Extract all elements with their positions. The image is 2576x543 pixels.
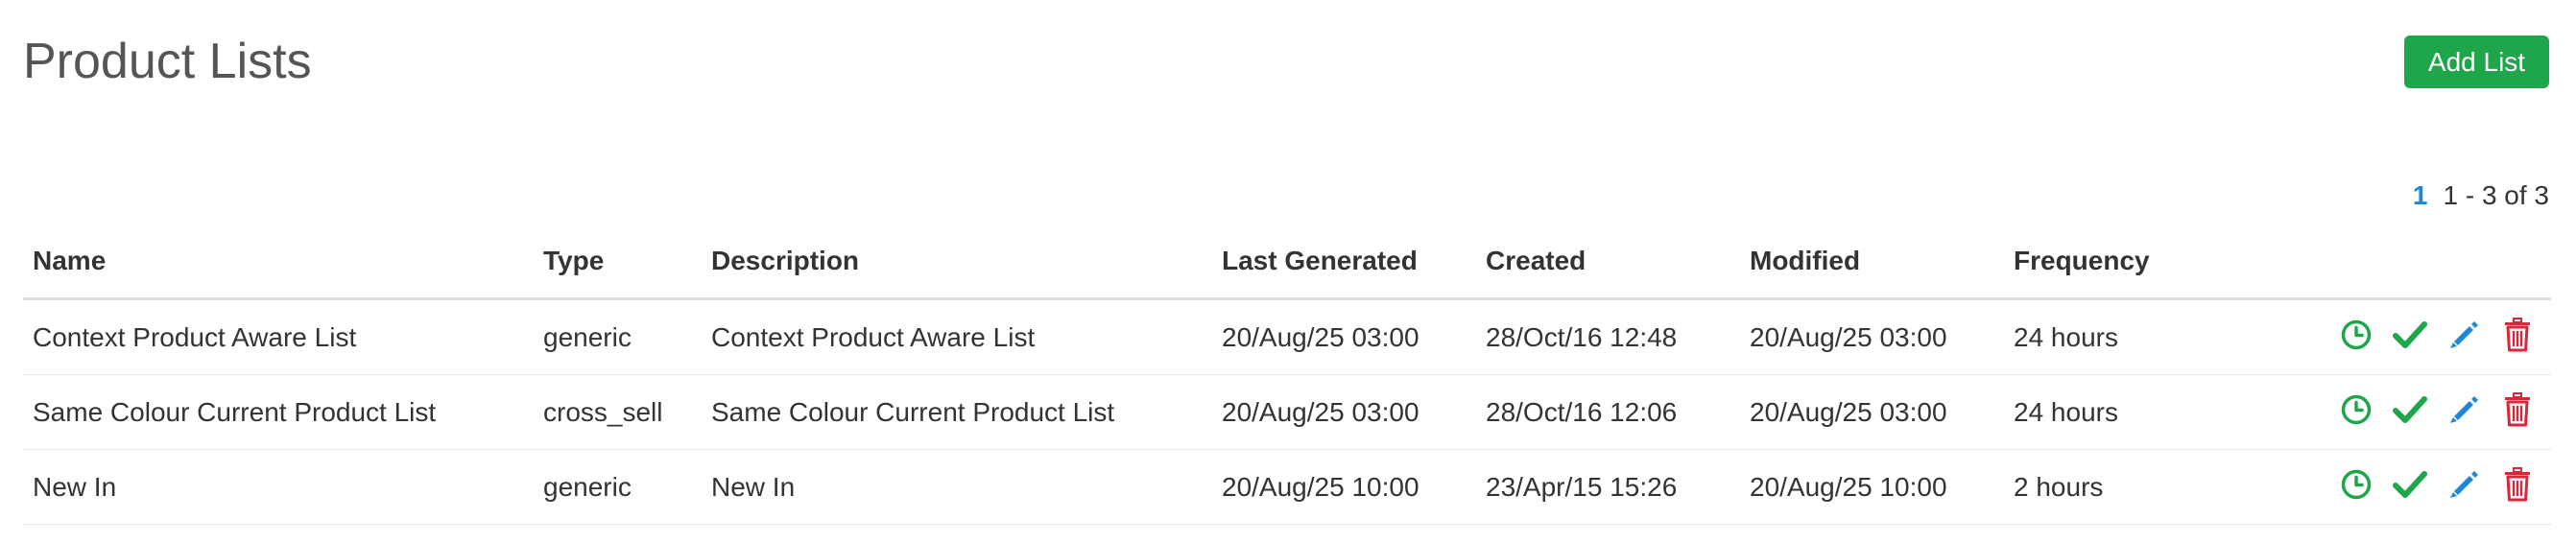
cell-name: Same Colour Current Product List [23, 374, 534, 450]
check-icon[interactable] [2392, 466, 2428, 503]
row-actions [2338, 466, 2541, 503]
cell-created: 23/Apr/15 15:26 [1476, 449, 1740, 525]
column-header-description: Description [702, 224, 1212, 300]
clock-icon[interactable] [2338, 391, 2374, 428]
row-actions [2338, 317, 2541, 353]
cell-modified: 20/Aug/25 03:00 [1740, 298, 2004, 375]
page-title: Product Lists [23, 34, 312, 89]
cell-actions [2268, 449, 2551, 525]
pencil-icon[interactable] [2445, 317, 2482, 353]
column-header-name: Name [23, 224, 534, 300]
product-lists-page: Product Lists Add List 1 1 - 3 of 3 Name… [0, 0, 2576, 543]
cell-description: New In [702, 449, 1212, 525]
trash-icon[interactable] [2499, 391, 2536, 428]
table-row: Same Colour Current Product List cross_s… [23, 374, 2551, 450]
table-row: New In generic New In 20/Aug/25 10:00 23… [23, 449, 2551, 525]
product-lists-table: Name Type Description Last Generated Cre… [23, 224, 2551, 525]
clock-icon[interactable] [2338, 466, 2374, 503]
pagination-page-1[interactable]: 1 [2413, 178, 2428, 213]
trash-icon[interactable] [2499, 466, 2536, 503]
cell-description: Same Colour Current Product List [702, 374, 1212, 450]
column-header-created: Created [1476, 224, 1740, 300]
cell-created: 28/Oct/16 12:48 [1476, 298, 1740, 375]
column-header-actions [2268, 224, 2551, 300]
cell-modified: 20/Aug/25 03:00 [1740, 374, 2004, 450]
cell-frequency: 24 hours [2004, 298, 2268, 375]
check-icon[interactable] [2392, 391, 2428, 428]
pagination: 1 1 - 3 of 3 [2413, 178, 2549, 213]
cell-name: Context Product Aware List [23, 298, 534, 375]
cell-type: generic [534, 449, 702, 525]
cell-created: 28/Oct/16 12:06 [1476, 374, 1740, 450]
cell-last-generated: 20/Aug/25 03:00 [1212, 374, 1476, 450]
column-header-frequency: Frequency [2004, 224, 2268, 300]
cell-actions [2268, 374, 2551, 450]
cell-last-generated: 20/Aug/25 10:00 [1212, 449, 1476, 525]
pencil-icon[interactable] [2445, 466, 2482, 503]
cell-actions [2268, 298, 2551, 375]
clock-icon[interactable] [2338, 317, 2374, 353]
cell-frequency: 2 hours [2004, 449, 2268, 525]
column-header-type: Type [534, 224, 702, 300]
pagination-range: 1 - 3 of 3 [2443, 180, 2549, 210]
row-actions [2338, 391, 2541, 428]
cell-frequency: 24 hours [2004, 374, 2268, 450]
cell-modified: 20/Aug/25 10:00 [1740, 449, 2004, 525]
table-row: Context Product Aware List generic Conte… [23, 298, 2551, 375]
cell-last-generated: 20/Aug/25 03:00 [1212, 298, 1476, 375]
table-header-row: Name Type Description Last Generated Cre… [23, 224, 2551, 300]
cell-name: New In [23, 449, 534, 525]
cell-type: generic [534, 298, 702, 375]
column-header-modified: Modified [1740, 224, 2004, 300]
pencil-icon[interactable] [2445, 391, 2482, 428]
cell-description: Context Product Aware List [702, 298, 1212, 375]
cell-type: cross_sell [534, 374, 702, 450]
check-icon[interactable] [2392, 317, 2428, 353]
column-header-last-generated: Last Generated [1212, 224, 1476, 300]
trash-icon[interactable] [2499, 317, 2536, 353]
add-list-button[interactable]: Add List [2404, 35, 2549, 88]
